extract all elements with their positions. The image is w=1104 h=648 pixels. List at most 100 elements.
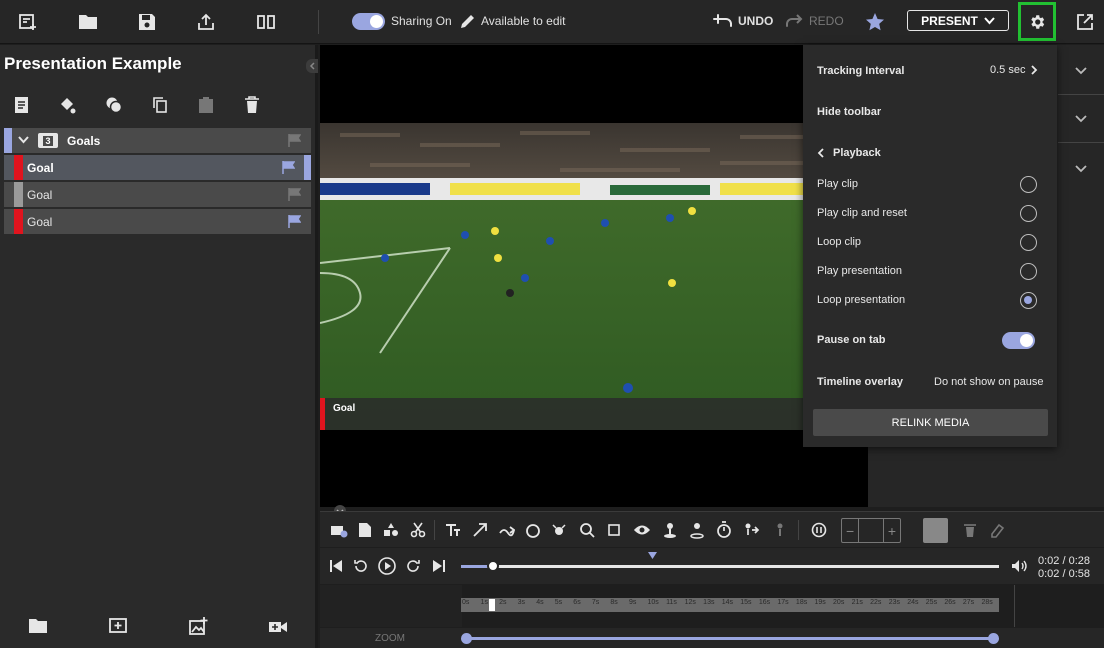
redo-icon[interactable] — [783, 9, 807, 33]
time-total: 0:02 / 0:58 — [1038, 568, 1090, 580]
flag-icon[interactable] — [288, 188, 301, 201]
folder-icon[interactable] — [28, 618, 48, 634]
split-view-icon[interactable] — [254, 10, 278, 34]
play-icon[interactable] — [377, 556, 397, 576]
add-video-icon[interactable] — [268, 620, 288, 634]
flag-icon[interactable] — [288, 134, 301, 147]
collapse-sidebar-handle[interactable] — [306, 59, 318, 73]
circles-icon[interactable] — [105, 96, 123, 114]
document-icon[interactable] — [14, 96, 30, 114]
clip-row-1[interactable]: Goal — [4, 155, 311, 180]
timeline-tick-label: 2s — [499, 599, 507, 606]
playback-back-button[interactable]: Playback — [817, 147, 881, 159]
tracking-interval-select[interactable]: 0.5 sec — [990, 64, 1038, 76]
trash-icon[interactable] — [244, 96, 260, 114]
curved-arrow-icon[interactable] — [497, 520, 517, 540]
add-image-icon[interactable] — [188, 617, 208, 635]
eraser-icon[interactable] — [987, 520, 1007, 540]
camera-icon[interactable] — [329, 520, 349, 540]
duration-stepper[interactable]: − + — [841, 518, 901, 543]
spotlight-icon[interactable] — [550, 520, 570, 540]
zoom-row: ZOOM — [320, 628, 1104, 648]
pencil-icon[interactable] — [456, 9, 480, 33]
star-icon[interactable] — [863, 10, 887, 34]
progress-knob[interactable] — [487, 560, 500, 572]
undo-icon[interactable] — [711, 9, 735, 33]
option-label: Play clip and reset — [817, 207, 907, 219]
playback-label: Playback — [833, 147, 881, 159]
zoom-handle-start[interactable] — [461, 633, 472, 644]
relink-media-button[interactable]: RELINK MEDIA — [813, 409, 1048, 436]
minus-icon[interactable]: − — [846, 523, 854, 539]
group-label: Goals — [67, 134, 101, 148]
player-highlight-icon[interactable] — [769, 520, 789, 540]
timeline-playhead[interactable] — [489, 599, 495, 611]
note-icon[interactable] — [355, 520, 375, 540]
forward-5-icon[interactable] — [403, 556, 423, 576]
clip-row-3[interactable]: Goal — [4, 209, 311, 234]
group-row-goals[interactable]: 3 Goals — [4, 128, 311, 153]
available-to-edit-label[interactable]: Available to edit — [481, 14, 566, 28]
timeline-ruler[interactable]: 0s 1s 2s 3s 4s 5s 6s 7s 8s 9s 10s 11s 12s 13s 14s 15s 16… — [461, 598, 999, 612]
settings-button[interactable] — [1018, 2, 1056, 41]
delete-icon[interactable] — [960, 520, 980, 540]
chevron-down-icon[interactable] — [18, 136, 29, 144]
timeline-tick-label: 1s — [480, 599, 488, 606]
clip-row-2[interactable]: Goal — [4, 182, 311, 207]
timeline-tick-label: 18s — [795, 599, 808, 606]
chevron-down-icon[interactable] — [1075, 165, 1087, 173]
redo-button[interactable]: REDO — [809, 14, 844, 28]
volume-icon[interactable] — [1009, 556, 1029, 576]
stopwatch-icon[interactable] — [714, 520, 734, 540]
arrow-tool-icon[interactable] — [470, 520, 490, 540]
text-tool-icon[interactable] — [444, 520, 464, 540]
video-frame[interactable]: Goal — [320, 123, 868, 430]
radio-play-clip-and-reset[interactable] — [1020, 205, 1037, 222]
progress-track[interactable] — [461, 565, 999, 568]
timeline-tick-label: 16s — [758, 599, 771, 606]
hide-toolbar-option[interactable]: Hide toolbar — [817, 106, 881, 118]
zoom-slider-track[interactable] — [466, 637, 994, 640]
pause-circle-icon[interactable] — [809, 520, 829, 540]
timeline-tick-label: 27s — [962, 599, 975, 606]
shapes-icon[interactable] — [381, 520, 401, 540]
timeline-tick-label: 8s — [610, 599, 618, 606]
circle-tool-icon[interactable] — [523, 520, 543, 540]
fill-color-icon[interactable] — [58, 96, 76, 114]
polygon-icon[interactable] — [604, 520, 624, 540]
external-link-icon[interactable] — [1073, 10, 1097, 34]
scissors-icon[interactable] — [408, 520, 428, 540]
rewind-5-icon[interactable] — [351, 556, 371, 576]
chevron-down-icon[interactable] — [1075, 115, 1087, 123]
sharing-toggle[interactable] — [352, 13, 385, 30]
undo-button[interactable]: UNDO — [738, 14, 773, 28]
plus-icon[interactable]: + — [888, 523, 896, 539]
share-upload-icon[interactable] — [194, 10, 218, 34]
add-clip-icon[interactable] — [108, 617, 128, 635]
radio-loop-clip[interactable] — [1020, 234, 1037, 251]
motion-icon[interactable] — [741, 520, 761, 540]
clipboard-icon[interactable] — [198, 96, 214, 114]
flag-icon[interactable] — [288, 215, 301, 228]
copy-icon[interactable] — [152, 96, 168, 114]
skip-forward-icon[interactable] — [429, 556, 449, 576]
save-icon[interactable] — [135, 10, 159, 34]
pause-on-tab-toggle[interactable] — [1002, 332, 1035, 349]
flag-icon[interactable] — [282, 161, 295, 174]
chevron-down-icon[interactable] — [1075, 67, 1087, 75]
color-swatch[interactable] — [923, 518, 948, 543]
zoom-handle-end[interactable] — [988, 633, 999, 644]
player-marker-icon[interactable] — [660, 520, 680, 540]
skip-back-icon[interactable] — [326, 556, 346, 576]
radio-play-clip[interactable] — [1020, 176, 1037, 193]
new-presentation-icon[interactable] — [16, 10, 40, 34]
folder-icon[interactable] — [76, 10, 100, 34]
radio-loop-presentation[interactable] — [1020, 292, 1037, 309]
timeline-overlay-select[interactable]: Do not show on pause — [934, 376, 1043, 388]
player-link-icon[interactable] — [687, 520, 707, 540]
present-button[interactable]: PRESENT — [907, 10, 1009, 31]
eye-icon[interactable] — [632, 520, 652, 540]
timeline-tick-label: 23s — [888, 599, 900, 606]
radio-play-presentation[interactable] — [1020, 263, 1037, 280]
magnify-icon[interactable] — [577, 520, 597, 540]
